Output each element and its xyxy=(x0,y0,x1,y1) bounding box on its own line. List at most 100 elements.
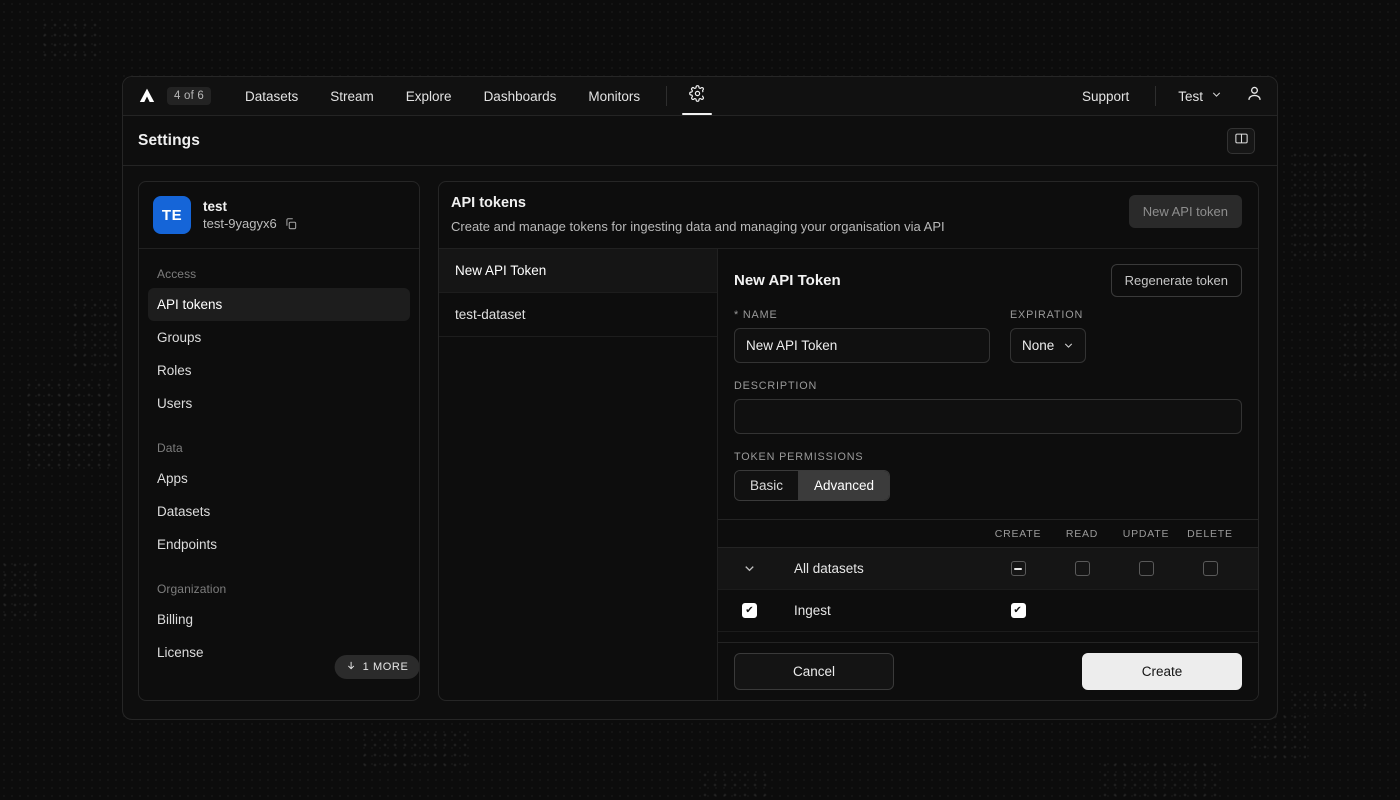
description-label: DESCRIPTION xyxy=(734,380,1242,392)
table-row[interactable]: All datasets xyxy=(718,548,1258,590)
dataset-count-badge[interactable]: 4 of 6 xyxy=(167,87,211,105)
sidebar-item-endpoints[interactable]: Endpoints xyxy=(148,528,410,561)
name-label: * NAME xyxy=(734,309,990,321)
api-tokens-header-text: API tokens Create and manage tokens for … xyxy=(451,195,945,234)
api-tokens-title: API tokens xyxy=(451,195,945,211)
sidebar-item-billing[interactable]: Billing xyxy=(148,603,410,636)
token-permissions-group: TOKEN PERMISSIONS Basic Advanced xyxy=(734,451,1242,501)
org-summary: TE test test-9yagyx6 xyxy=(139,182,419,249)
checkbox-all-datasets-update[interactable] xyxy=(1139,561,1154,576)
nav-link-monitors[interactable]: Monitors xyxy=(572,77,656,115)
segment-basic[interactable]: Basic xyxy=(735,471,798,500)
cell-update xyxy=(1114,561,1178,576)
sidebar-more-label: 1 MORE xyxy=(363,661,409,673)
token-description-input[interactable] xyxy=(734,399,1242,434)
app-window: 4 of 6 Datasets Stream Explore Dashboard… xyxy=(122,76,1278,720)
token-name-input[interactable] xyxy=(734,328,990,363)
nav-link-datasets[interactable]: Datasets xyxy=(229,77,314,115)
settings-body: TE test test-9yagyx6 Acce xyxy=(123,166,1277,719)
checkbox-all-datasets-create[interactable] xyxy=(1011,561,1026,576)
sidebar-more-badge[interactable]: 1 MORE xyxy=(335,655,420,679)
copy-icon[interactable] xyxy=(284,217,298,231)
active-tab-underline xyxy=(682,113,712,115)
nav-tab-settings[interactable] xyxy=(677,77,717,115)
nav-link-dashboards[interactable]: Dashboards xyxy=(468,77,573,115)
checkbox-ingest-row[interactable] xyxy=(742,603,757,618)
org-switcher-label: Test xyxy=(1178,89,1203,104)
cell-create xyxy=(986,603,1050,618)
sidebar-item-users[interactable]: Users xyxy=(148,387,410,420)
bg-pattern-block xyxy=(70,300,130,370)
org-switcher[interactable]: Test xyxy=(1166,77,1235,115)
gear-icon xyxy=(689,85,706,107)
nav-link-stream[interactable]: Stream xyxy=(314,77,390,115)
cell-delete xyxy=(1178,561,1242,576)
expiration-field-group: EXPIRATION None xyxy=(1010,309,1086,363)
table-row[interactable]: Ingest xyxy=(718,590,1258,632)
sidebar-item-groups[interactable]: Groups xyxy=(148,321,410,354)
checkbox-all-datasets-read[interactable] xyxy=(1075,561,1090,576)
bg-pattern-block xyxy=(1290,150,1370,260)
arrow-down-icon xyxy=(346,660,357,674)
sidebar-item-apps[interactable]: Apps xyxy=(148,462,410,495)
column-header-delete: DELETE xyxy=(1178,528,1242,540)
token-detail-footer: Cancel Create xyxy=(718,642,1258,700)
expiration-label: EXPIRATION xyxy=(1010,309,1086,321)
description-field-group: DESCRIPTION xyxy=(734,380,1242,434)
bg-pattern-block xyxy=(24,380,114,470)
settings-header: Settings xyxy=(123,116,1277,166)
sidebar-item-api-tokens[interactable]: API tokens xyxy=(148,288,410,321)
token-list-item-test-dataset[interactable]: test-dataset xyxy=(439,293,717,337)
settings-sidebar: TE test test-9yagyx6 Acce xyxy=(138,181,420,701)
expiration-select[interactable]: None xyxy=(1010,328,1086,363)
column-header-update: UPDATE xyxy=(1114,528,1178,540)
row-expand-cell xyxy=(734,561,794,576)
api-tokens-header: API tokens Create and manage tokens for … xyxy=(439,182,1258,249)
permissions-table-header: CREATE READ UPDATE DELETE xyxy=(718,520,1258,548)
checkbox-ingest-create[interactable] xyxy=(1011,603,1026,618)
regenerate-token-button[interactable]: Regenerate token xyxy=(1111,264,1242,297)
new-api-token-button[interactable]: New API token xyxy=(1129,195,1242,228)
org-slug: test-9yagyx6 xyxy=(203,216,277,231)
bg-pattern-block xyxy=(40,20,100,60)
top-navigation-bar: 4 of 6 Datasets Stream Explore Dashboard… xyxy=(123,77,1277,116)
panel-layout-icon xyxy=(1234,131,1249,151)
account-menu-button[interactable] xyxy=(1235,77,1273,115)
permissions-mode-segmented: Basic Advanced xyxy=(734,470,890,501)
bg-pattern-block xyxy=(0,560,40,620)
sidebar-item-roles[interactable]: Roles xyxy=(148,354,410,387)
api-tokens-split: New API Token test-dataset New API Token… xyxy=(439,249,1258,700)
bg-pattern-block xyxy=(1100,760,1220,800)
token-form: * NAME EXPIRATION None xyxy=(718,309,1258,501)
org-name: test xyxy=(203,199,298,214)
segment-advanced[interactable]: Advanced xyxy=(798,471,889,500)
sidebar-item-datasets[interactable]: Datasets xyxy=(148,495,410,528)
nav-divider-right xyxy=(1155,86,1156,106)
column-header-create: CREATE xyxy=(986,528,1050,540)
nav-link-support[interactable]: Support xyxy=(1066,77,1145,115)
token-list-item-new-api-token[interactable]: New API Token xyxy=(439,249,717,293)
org-meta: test test-9yagyx6 xyxy=(203,199,298,231)
sidebar-group-label-access: Access xyxy=(148,259,410,288)
chevron-down-icon xyxy=(1062,339,1075,352)
org-slug-row: test-9yagyx6 xyxy=(203,216,298,231)
token-detail-header: New API Token Regenerate token xyxy=(718,249,1258,309)
checkbox-all-datasets-delete[interactable] xyxy=(1203,561,1218,576)
create-button[interactable]: Create xyxy=(1082,653,1242,690)
cancel-button[interactable]: Cancel xyxy=(734,653,894,690)
panel-layout-toggle-button[interactable] xyxy=(1227,128,1255,154)
row-name-all-datasets: All datasets xyxy=(794,561,986,576)
chevron-down-icon xyxy=(1210,88,1223,104)
name-field-group: * NAME xyxy=(734,309,990,363)
sidebar-group-label-data: Data xyxy=(148,420,410,462)
sidebar-group-label-organization: Organization xyxy=(148,561,410,603)
expiration-value: None xyxy=(1022,338,1054,353)
row-name-ingest: Ingest xyxy=(794,603,986,618)
nav-link-explore[interactable]: Explore xyxy=(390,77,468,115)
cell-create xyxy=(986,561,1050,576)
axiom-logo-icon[interactable] xyxy=(136,85,158,107)
nav-links: Datasets Stream Explore Dashboards Monit… xyxy=(229,77,656,115)
chevron-down-icon[interactable] xyxy=(742,561,757,576)
nav-right-group: Support Test xyxy=(1066,77,1277,115)
api-tokens-panel: API tokens Create and manage tokens for … xyxy=(438,181,1259,701)
